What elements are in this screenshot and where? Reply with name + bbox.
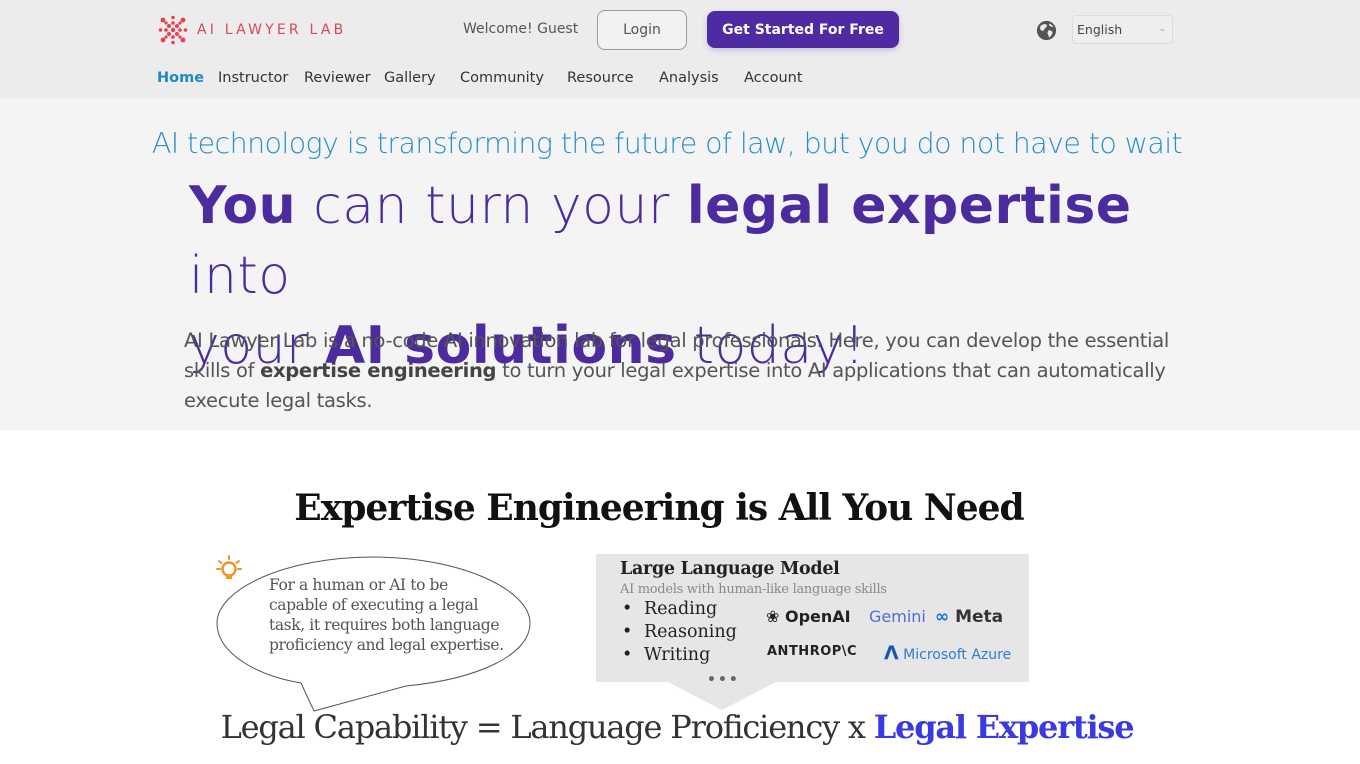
formula-highlight: Legal Expertise — [873, 708, 1135, 746]
hero-section: AI technology is transforming the future… — [0, 99, 1360, 430]
nav-item-home[interactable]: Home — [157, 70, 204, 86]
headline-legal-expertise: legal expertise — [686, 176, 1132, 236]
openai-label: OpenAI — [784, 607, 851, 626]
intro-bold: expertise engineering — [260, 359, 497, 382]
headline-you: You — [189, 176, 297, 236]
nav-item-resource[interactable]: Resource — [567, 70, 634, 86]
globe-icon — [1036, 20, 1057, 41]
meta-label: Meta — [955, 607, 1004, 627]
site-header: AI LAWYER LAB Welcome! Guest Login Get S… — [0, 0, 1360, 99]
gemini-logo: Gemini — [869, 607, 926, 626]
llm-skill-item: Writing — [620, 644, 737, 667]
azure-a-icon: Λ — [884, 642, 899, 664]
azure-label: Microsoft Azure — [903, 647, 1012, 663]
hero-intro: AI Lawyer Lab is a no-code AI innovation… — [184, 326, 1174, 416]
llm-subtitle: AI models with human-like language skill… — [620, 582, 887, 597]
nav-item-instructor[interactable]: Instructor — [218, 70, 288, 86]
language-select[interactable]: English ⌄ — [1072, 15, 1173, 44]
logo-text: AI LAWYER LAB — [197, 22, 347, 38]
headline-text: into — [189, 246, 291, 306]
get-started-button[interactable]: Get Started For Free — [707, 11, 899, 48]
lightbulb-icon — [216, 555, 242, 579]
ellipsis: ••• — [707, 672, 740, 688]
nav-item-reviewer[interactable]: Reviewer — [304, 70, 371, 86]
language-selected-value: English — [1077, 22, 1123, 37]
headline-text: can turn your — [296, 176, 687, 236]
openai-knot-icon: ❀ — [766, 607, 780, 626]
meta-infinity-icon: ∞ — [935, 607, 950, 627]
network-logo-icon — [158, 15, 188, 45]
nav-item-community[interactable]: Community — [460, 70, 544, 86]
hero-tagline: AI technology is transforming the future… — [151, 127, 1183, 160]
anthropic-logo: ANTHROP\C — [767, 644, 858, 659]
llm-box: Large Language Model AI models with huma… — [596, 554, 1029, 688]
nav-item-analysis[interactable]: Analysis — [659, 70, 719, 86]
nav-item-gallery[interactable]: Gallery — [384, 70, 436, 86]
login-button[interactable]: Login — [597, 10, 687, 50]
speech-bubble: For a human or AI to be capable of execu… — [216, 555, 531, 715]
azure-logo: Λ Microsoft Azure — [884, 642, 1011, 664]
site-logo[interactable]: AI LAWYER LAB — [158, 15, 346, 45]
bubble-text: For a human or AI to be capable of execu… — [269, 576, 504, 654]
capability-formula: Legal Capability = Language Proficiency … — [0, 708, 1354, 746]
llm-skills-list: Reading Reasoning Writing — [620, 598, 737, 667]
figure-title: Expertise Engineering is All You Need — [294, 487, 1024, 529]
llm-skill-item: Reasoning — [620, 621, 737, 644]
llm-skill-item: Reading — [620, 598, 737, 621]
formula-left: Legal Capability = Language Proficiency … — [220, 708, 874, 746]
openai-logo: ❀ OpenAI — [766, 607, 851, 626]
nav-item-account[interactable]: Account — [744, 70, 803, 86]
llm-title: Large Language Model — [620, 559, 840, 579]
chevron-down-icon: ⌄ — [1158, 24, 1166, 34]
welcome-text: Welcome! Guest — [463, 21, 579, 37]
meta-logo: ∞ Meta — [935, 607, 1003, 627]
